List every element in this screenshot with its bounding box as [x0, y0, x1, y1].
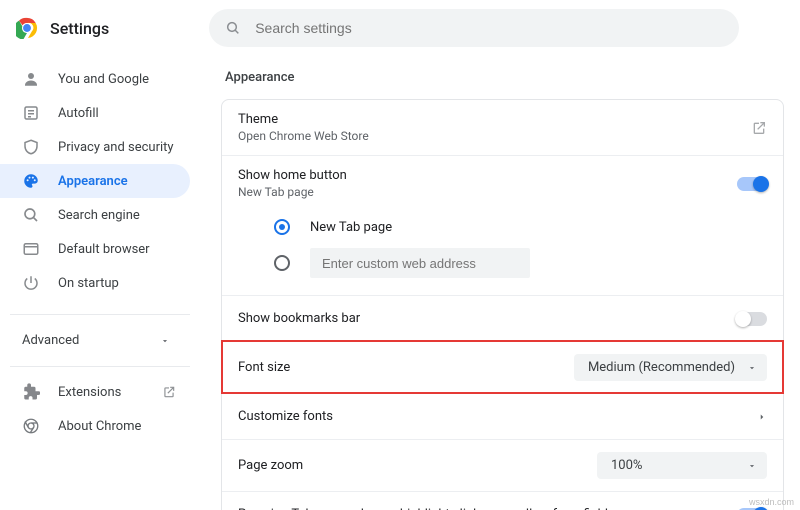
header-bar: Settings — [0, 0, 800, 56]
page-title: Settings — [50, 19, 109, 38]
font-size-title: Font size — [238, 360, 290, 375]
home-button-options: New Tab page — [222, 203, 783, 295]
sidebar-advanced-toggle[interactable]: Advanced — [0, 323, 190, 358]
divider — [10, 314, 190, 315]
sidebar-item-label: Default browser — [58, 242, 150, 257]
row-bookmarks-bar: Show bookmarks bar — [222, 295, 783, 341]
search-input[interactable] — [253, 19, 723, 37]
sidebar-item-label: Search engine — [58, 208, 140, 223]
page-zoom-value: 100% — [611, 458, 642, 473]
custom-address-input[interactable] — [310, 248, 530, 278]
extension-icon — [22, 383, 40, 401]
open-in-new-icon — [162, 385, 176, 399]
font-size-value: Medium (Recommended) — [588, 360, 735, 375]
search-icon — [225, 20, 241, 36]
bookmarks-bar-toggle[interactable] — [737, 312, 767, 326]
search-icon — [22, 206, 40, 224]
section-title: Appearance — [225, 70, 780, 85]
divider — [10, 366, 190, 367]
sidebar-item-label: On startup — [58, 276, 119, 291]
row-home-button: Show home button New Tab page — [222, 155, 783, 203]
search-box[interactable] — [209, 9, 739, 47]
sidebar-item-label: Autofill — [58, 106, 99, 121]
bookmarks-bar-title: Show bookmarks bar — [238, 311, 360, 326]
power-icon — [22, 274, 40, 292]
sidebar: You and Google Autofill Privacy and secu… — [0, 56, 205, 510]
radio-label: New Tab page — [310, 220, 392, 235]
home-button-subtitle: New Tab page — [238, 185, 347, 199]
sidebar-item-on-startup[interactable]: On startup — [0, 266, 190, 300]
browser-icon — [22, 240, 40, 258]
autofill-icon — [22, 104, 40, 122]
sidebar-item-appearance[interactable]: Appearance — [0, 164, 190, 198]
page-zoom-title: Page zoom — [238, 458, 303, 473]
theme-subtitle: Open Chrome Web Store — [238, 129, 369, 143]
radio-icon — [274, 219, 290, 235]
sidebar-item-search-engine[interactable]: Search engine — [0, 198, 190, 232]
row-customize-fonts[interactable]: Customize fonts — [222, 393, 783, 439]
row-theme[interactable]: Theme Open Chrome Web Store — [222, 100, 783, 155]
chevron-down-icon — [160, 336, 170, 346]
row-font-size[interactable]: Font size Medium (Recommended) — [222, 341, 783, 393]
sidebar-item-you-and-google[interactable]: You and Google — [0, 62, 190, 96]
sidebar-item-extensions[interactable]: Extensions — [0, 375, 190, 409]
sidebar-item-label: Appearance — [58, 174, 128, 189]
home-button-toggle[interactable] — [737, 177, 767, 191]
customize-fonts-title: Customize fonts — [238, 409, 333, 424]
chevron-down-icon — [747, 461, 757, 471]
sidebar-item-label: Extensions — [58, 385, 121, 400]
main-content: Appearance Theme Open Chrome Web Store — [205, 56, 800, 510]
chevron-down-icon — [747, 363, 757, 373]
sidebar-item-privacy[interactable]: Privacy and security — [0, 130, 190, 164]
shield-icon — [22, 138, 40, 156]
sidebar-item-autofill[interactable]: Autofill — [0, 96, 190, 130]
row-page-zoom[interactable]: Page zoom 100% — [222, 439, 783, 491]
radio-new-tab-page[interactable]: New Tab page — [274, 209, 767, 245]
sidebar-item-about-chrome[interactable]: About Chrome — [0, 409, 190, 443]
font-size-select[interactable]: Medium (Recommended) — [574, 354, 767, 381]
radio-icon — [274, 255, 290, 271]
sidebar-item-label: Privacy and security — [58, 140, 174, 155]
sidebar-item-label: You and Google — [58, 72, 149, 87]
appearance-card: Theme Open Chrome Web Store Show home bu… — [221, 99, 784, 510]
sidebar-item-default-browser[interactable]: Default browser — [0, 232, 190, 266]
theme-title: Theme — [238, 112, 369, 127]
person-icon — [22, 70, 40, 88]
chevron-right-icon — [757, 412, 767, 422]
page-zoom-select[interactable]: 100% — [597, 452, 767, 479]
sidebar-item-label: About Chrome — [58, 419, 141, 434]
open-in-new-icon — [751, 120, 767, 136]
advanced-label: Advanced — [22, 333, 79, 348]
chrome-logo-icon — [16, 17, 38, 39]
row-tab-highlight: Pressing Tab on a webpage highlights lin… — [222, 491, 783, 510]
palette-icon — [22, 172, 40, 190]
watermark: wsxdn.com — [749, 497, 794, 507]
radio-custom-address[interactable] — [274, 245, 767, 281]
home-button-title: Show home button — [238, 168, 347, 183]
chrome-outline-icon — [22, 417, 40, 435]
